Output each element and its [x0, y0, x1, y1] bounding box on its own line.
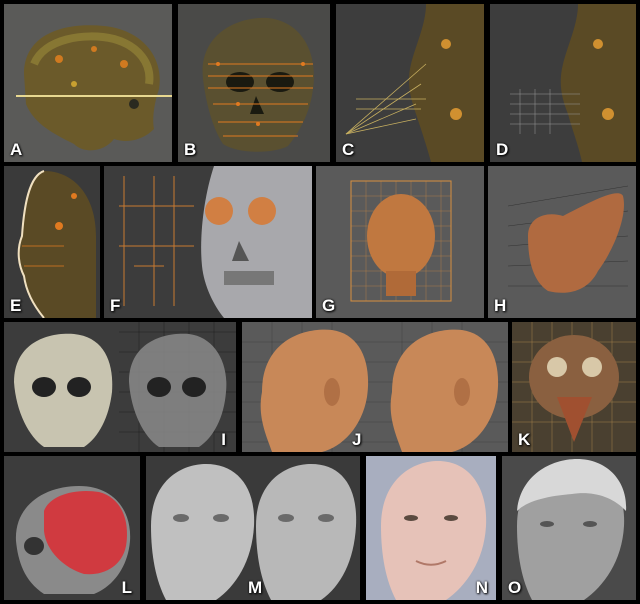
panel-h: H	[488, 166, 636, 318]
panel-label: G	[322, 296, 336, 315]
panel-i: I	[4, 322, 236, 452]
panel-k: K	[512, 322, 636, 452]
panel-b: B	[178, 4, 330, 162]
panel-label: D	[496, 140, 509, 159]
panel-label: A	[10, 140, 23, 159]
panel-d: D	[490, 4, 636, 162]
panel-a: A	[4, 4, 172, 162]
panel-f: F	[104, 166, 312, 318]
panel-label: I	[221, 430, 226, 449]
panel-l: L	[4, 456, 140, 600]
skull-frontal-landmarks	[178, 4, 330, 162]
panel-c: C	[336, 4, 484, 162]
profile-heads-mesh	[242, 322, 508, 452]
panel-label: C	[342, 140, 355, 159]
panel-n: N	[366, 456, 496, 600]
panel-label: B	[184, 140, 197, 159]
panel-j: J	[242, 322, 508, 452]
panel-label: K	[518, 430, 531, 449]
panel-m: M	[146, 456, 360, 600]
grey-head-with-hair	[502, 456, 636, 600]
textured-skull-side-view	[4, 4, 172, 162]
skull-inferior-view	[512, 322, 636, 452]
panel-e: E	[4, 166, 100, 318]
deformed-head-grid	[488, 166, 636, 318]
profile-grid	[490, 4, 636, 162]
panel-label: O	[508, 578, 522, 597]
panel-label: N	[475, 578, 488, 597]
panel-o: O	[502, 456, 636, 600]
head-grid-box	[316, 166, 484, 318]
skull-red-overlay	[4, 456, 140, 600]
panel-label: M	[248, 578, 263, 597]
skull-tissue-depth-markers	[104, 166, 312, 318]
panel-g: G	[316, 166, 484, 318]
skulls-with-tissue-mesh	[4, 322, 236, 452]
panel-label: E	[10, 296, 22, 315]
panel-label: L	[121, 578, 132, 597]
panel-label: H	[494, 296, 507, 315]
panel-label: J	[352, 430, 362, 449]
panel-label: F	[110, 296, 121, 315]
profile-tissue-lines	[336, 4, 484, 162]
